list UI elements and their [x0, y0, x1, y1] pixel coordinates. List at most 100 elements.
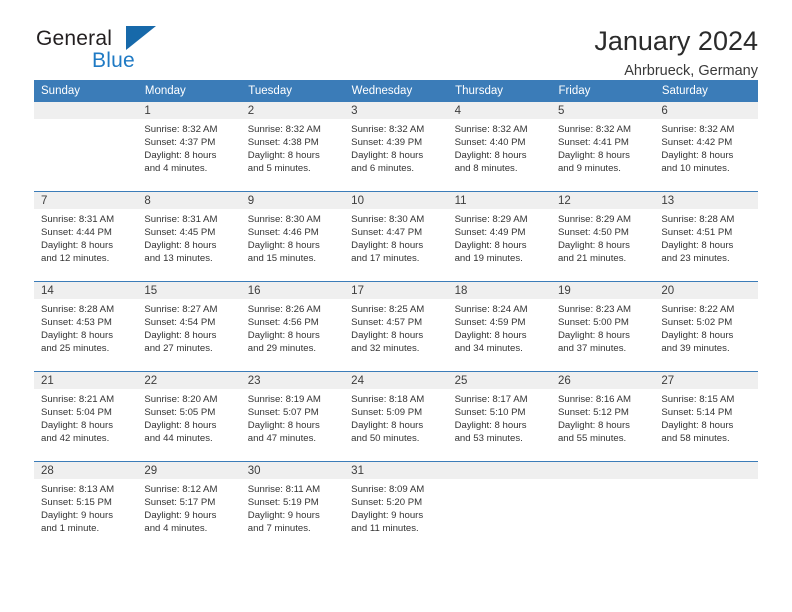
- calendar-day-cell[interactable]: 4 Sunrise: 8:32 AM Sunset: 4:40 PM Daylight…: [447, 102, 551, 192]
- sunset-line: Sunset: 5:14 PM: [661, 407, 733, 419]
- page-subtitle: Ahrbrueck, Germany: [624, 63, 758, 80]
- calendar-day-cell[interactable]: 7 Sunrise: 8:31 AM Sunset: 4:44 PM Daylight…: [34, 191, 138, 282]
- calendar-day-cell[interactable]: 28 Sunrise: 8:13 AM Sunset: 5:15 PM Dayligh…: [34, 461, 138, 551]
- calendar-day-cell[interactable]: 24 Sunrise: 8:18 AM Sunset: 5:09 PM Dayligh…: [344, 371, 448, 462]
- daylight-line-cont: and 29 minutes.: [247, 343, 317, 355]
- calendar-day-cell[interactable]: 25 Sunrise: 8:17 AM Sunset: 5:10 PM Dayligh…: [447, 371, 551, 462]
- weekday-header-saturday: Saturday: [654, 80, 759, 102]
- sunrise-line: Sunrise: 8:09 AM: [351, 484, 425, 495]
- day-cell-inner: 21 Sunrise: 8:21 AM Sunset: 5:04 PM Dayligh…: [34, 372, 138, 461]
- calendar-day-cell[interactable]: 12 Sunrise: 8:29 AM Sunset: 4:50 PM Dayligh…: [550, 191, 655, 282]
- calendar-day-cell[interactable]: 10 Sunrise: 8:30 AM Sunset: 4:47 PM Dayligh…: [344, 191, 448, 282]
- sunrise-line: Sunrise: 8:27 AM: [144, 304, 218, 315]
- sunrise-line: Sunrise: 8:32 AM: [661, 124, 735, 135]
- daylight-line-cont: and 8 minutes.: [454, 163, 518, 175]
- daylight-line-cont: and 7 minutes.: [247, 523, 311, 535]
- sunrise-line: Sunrise: 8:26 AM: [247, 304, 321, 315]
- sunrise-line: Sunrise: 8:31 AM: [144, 214, 218, 225]
- calendar-day-cell[interactable]: 13 Sunrise: 8:28 AM Sunset: 4:51 PM Dayligh…: [654, 191, 758, 282]
- daylight-line: Daylight: 8 hours: [661, 330, 734, 342]
- weekday-header-thursday: Thursday: [447, 80, 552, 102]
- calendar-day-cell[interactable]: 14 Sunrise: 8:28 AM Sunset: 4:53 PM Dayligh…: [34, 281, 138, 372]
- sunrise-line: Sunrise: 8:17 AM: [454, 394, 528, 405]
- calendar-day-cell[interactable]: 3 Sunrise: 8:32 AM Sunset: 4:39 PM Daylight…: [344, 102, 448, 192]
- calendar-day-cell[interactable]: 22 Sunrise: 8:20 AM Sunset: 5:05 PM Dayligh…: [137, 371, 241, 462]
- sun-info: Sunrise: 8:15 AM Sunset: 5:14 PM Daylight:…: [654, 389, 757, 445]
- day-cell-inner: 16 Sunrise: 8:26 AM Sunset: 4:56 PM Dayligh…: [240, 282, 345, 371]
- calendar-week-row: 28 Sunrise: 8:13 AM Sunset: 5:15 PM Dayligh…: [34, 461, 758, 551]
- sun-info: [654, 479, 757, 483]
- calendar-day-cell[interactable]: 6 Sunrise: 8:32 AM Sunset: 4:42 PM Daylight…: [654, 102, 758, 192]
- sunset-line: Sunset: 5:15 PM: [41, 497, 112, 509]
- day-number: [654, 462, 758, 479]
- day-number: 7: [34, 192, 138, 209]
- brand-logo[interactable]: General Blue: [34, 24, 184, 76]
- sun-info: Sunrise: 8:30 AM Sunset: 4:46 PM Daylight:…: [241, 209, 344, 265]
- sunrise-line: Sunrise: 8:30 AM: [351, 214, 425, 225]
- daylight-line: Daylight: 8 hours: [247, 420, 320, 432]
- calendar-day-cell[interactable]: 9 Sunrise: 8:30 AM Sunset: 4:46 PM Daylight…: [240, 191, 345, 282]
- calendar-day-cell[interactable]: 23 Sunrise: 8:19 AM Sunset: 5:07 PM Dayligh…: [240, 371, 345, 462]
- calendar-day-cell[interactable]: 19 Sunrise: 8:23 AM Sunset: 5:00 PM Dayligh…: [550, 281, 655, 372]
- sun-info: [448, 479, 551, 483]
- calendar-day-cell[interactable]: 1 Sunrise: 8:32 AM Sunset: 4:37 PM Daylight…: [137, 102, 241, 192]
- calendar-day-cell[interactable]: 20 Sunrise: 8:22 AM Sunset: 5:02 PM Dayligh…: [654, 281, 758, 372]
- sunrise-line: Sunrise: 8:15 AM: [661, 394, 735, 405]
- calendar-day-cell[interactable]: 17 Sunrise: 8:25 AM Sunset: 4:57 PM Dayligh…: [344, 281, 448, 372]
- sunset-line: Sunset: 5:17 PM: [144, 497, 216, 509]
- day-number: 10: [344, 192, 448, 209]
- day-number: 25: [447, 372, 551, 389]
- day-cell-inner: 26 Sunrise: 8:16 AM Sunset: 5:12 PM Dayligh…: [550, 372, 655, 461]
- calendar-week-row: 7 Sunrise: 8:31 AM Sunset: 4:44 PM Daylight…: [34, 191, 758, 282]
- day-number: 6: [654, 102, 758, 119]
- daylight-line: Daylight: 8 hours: [661, 420, 734, 432]
- calendar-day-cell[interactable]: 16 Sunrise: 8:26 AM Sunset: 4:56 PM Dayligh…: [240, 281, 345, 372]
- calendar-day-cell[interactable]: 27 Sunrise: 8:15 AM Sunset: 5:14 PM Dayligh…: [654, 371, 758, 462]
- day-cell-inner: 7 Sunrise: 8:31 AM Sunset: 4:44 PM Daylight…: [34, 192, 138, 281]
- sun-info: Sunrise: 8:32 AM Sunset: 4:42 PM Daylight:…: [654, 119, 757, 175]
- daylight-line: Daylight: 8 hours: [144, 330, 217, 342]
- daylight-line-cont: and 58 minutes.: [661, 433, 730, 445]
- day-cell-inner: 2 Sunrise: 8:32 AM Sunset: 4:38 PM Daylight…: [240, 102, 345, 191]
- calendar-week-row: 1 Sunrise: 8:32 AM Sunset: 4:37 PM Daylight…: [34, 102, 758, 192]
- sunset-line: Sunset: 5:04 PM: [41, 407, 112, 419]
- calendar-day-cell[interactable]: 8 Sunrise: 8:31 AM Sunset: 4:45 PM Daylight…: [137, 191, 241, 282]
- calendar-day-cell[interactable]: 30 Sunrise: 8:11 AM Sunset: 5:19 PM Dayligh…: [240, 461, 345, 551]
- day-cell-inner: 12 Sunrise: 8:29 AM Sunset: 4:50 PM Dayligh…: [550, 192, 655, 281]
- daylight-line-cont: and 6 minutes.: [351, 163, 415, 175]
- day-number: 24: [344, 372, 448, 389]
- weekday-header-sunday: Sunday: [34, 80, 138, 102]
- daylight-line: Daylight: 8 hours: [557, 420, 630, 432]
- day-cell-inner: 5 Sunrise: 8:32 AM Sunset: 4:41 PM Daylight…: [550, 102, 655, 191]
- sunset-line: Sunset: 4:40 PM: [454, 137, 526, 149]
- page-title: January 2024: [594, 26, 758, 56]
- calendar-day-cell[interactable]: 31 Sunrise: 8:09 AM Sunset: 5:20 PM Dayligh…: [344, 461, 448, 551]
- calendar-day-cell[interactable]: 21 Sunrise: 8:21 AM Sunset: 5:04 PM Dayligh…: [34, 371, 138, 462]
- sunrise-line: Sunrise: 8:20 AM: [144, 394, 218, 405]
- sunset-line: Sunset: 5:00 PM: [557, 317, 629, 329]
- daylight-line-cont: and 19 minutes.: [454, 253, 523, 265]
- calendar-day-cell[interactable]: 11 Sunrise: 8:29 AM Sunset: 4:49 PM Dayligh…: [447, 191, 551, 282]
- day-cell-inner: [34, 102, 138, 191]
- daylight-line-cont: and 10 minutes.: [661, 163, 730, 175]
- calendar-body: 1 Sunrise: 8:32 AM Sunset: 4:37 PM Daylight…: [34, 102, 758, 551]
- day-number: 5: [550, 102, 655, 119]
- calendar-table: Sunday Monday Tuesday Wednesday Thursday…: [34, 80, 759, 551]
- daylight-line: Daylight: 9 hours: [41, 510, 113, 522]
- sunset-line: Sunset: 4:49 PM: [454, 227, 526, 239]
- calendar-day-cell[interactable]: 5 Sunrise: 8:32 AM Sunset: 4:41 PM Daylight…: [550, 102, 655, 192]
- sunrise-line: Sunrise: 8:28 AM: [41, 304, 115, 315]
- calendar-day-cell[interactable]: 18 Sunrise: 8:24 AM Sunset: 4:59 PM Dayligh…: [447, 281, 551, 372]
- daylight-line: Daylight: 9 hours: [247, 510, 320, 522]
- calendar-day-cell[interactable]: 2 Sunrise: 8:32 AM Sunset: 4:38 PM Daylight…: [240, 102, 345, 192]
- sun-info: Sunrise: 8:21 AM Sunset: 5:04 PM Daylight:…: [34, 389, 137, 445]
- day-number: 2: [240, 102, 345, 119]
- day-number: 21: [34, 372, 138, 389]
- calendar-day-cell[interactable]: 29 Sunrise: 8:12 AM Sunset: 5:17 PM Dayligh…: [137, 461, 241, 551]
- sunset-line: Sunset: 4:39 PM: [351, 137, 423, 149]
- calendar-day-cell[interactable]: 26 Sunrise: 8:16 AM Sunset: 5:12 PM Dayligh…: [550, 371, 655, 462]
- sunrise-line: Sunrise: 8:23 AM: [557, 304, 632, 315]
- calendar-day-cell[interactable]: 15 Sunrise: 8:27 AM Sunset: 4:54 PM Dayligh…: [137, 281, 241, 372]
- daylight-line-cont: and 1 minute.: [41, 523, 100, 535]
- sunrise-line: Sunrise: 8:21 AM: [41, 394, 115, 405]
